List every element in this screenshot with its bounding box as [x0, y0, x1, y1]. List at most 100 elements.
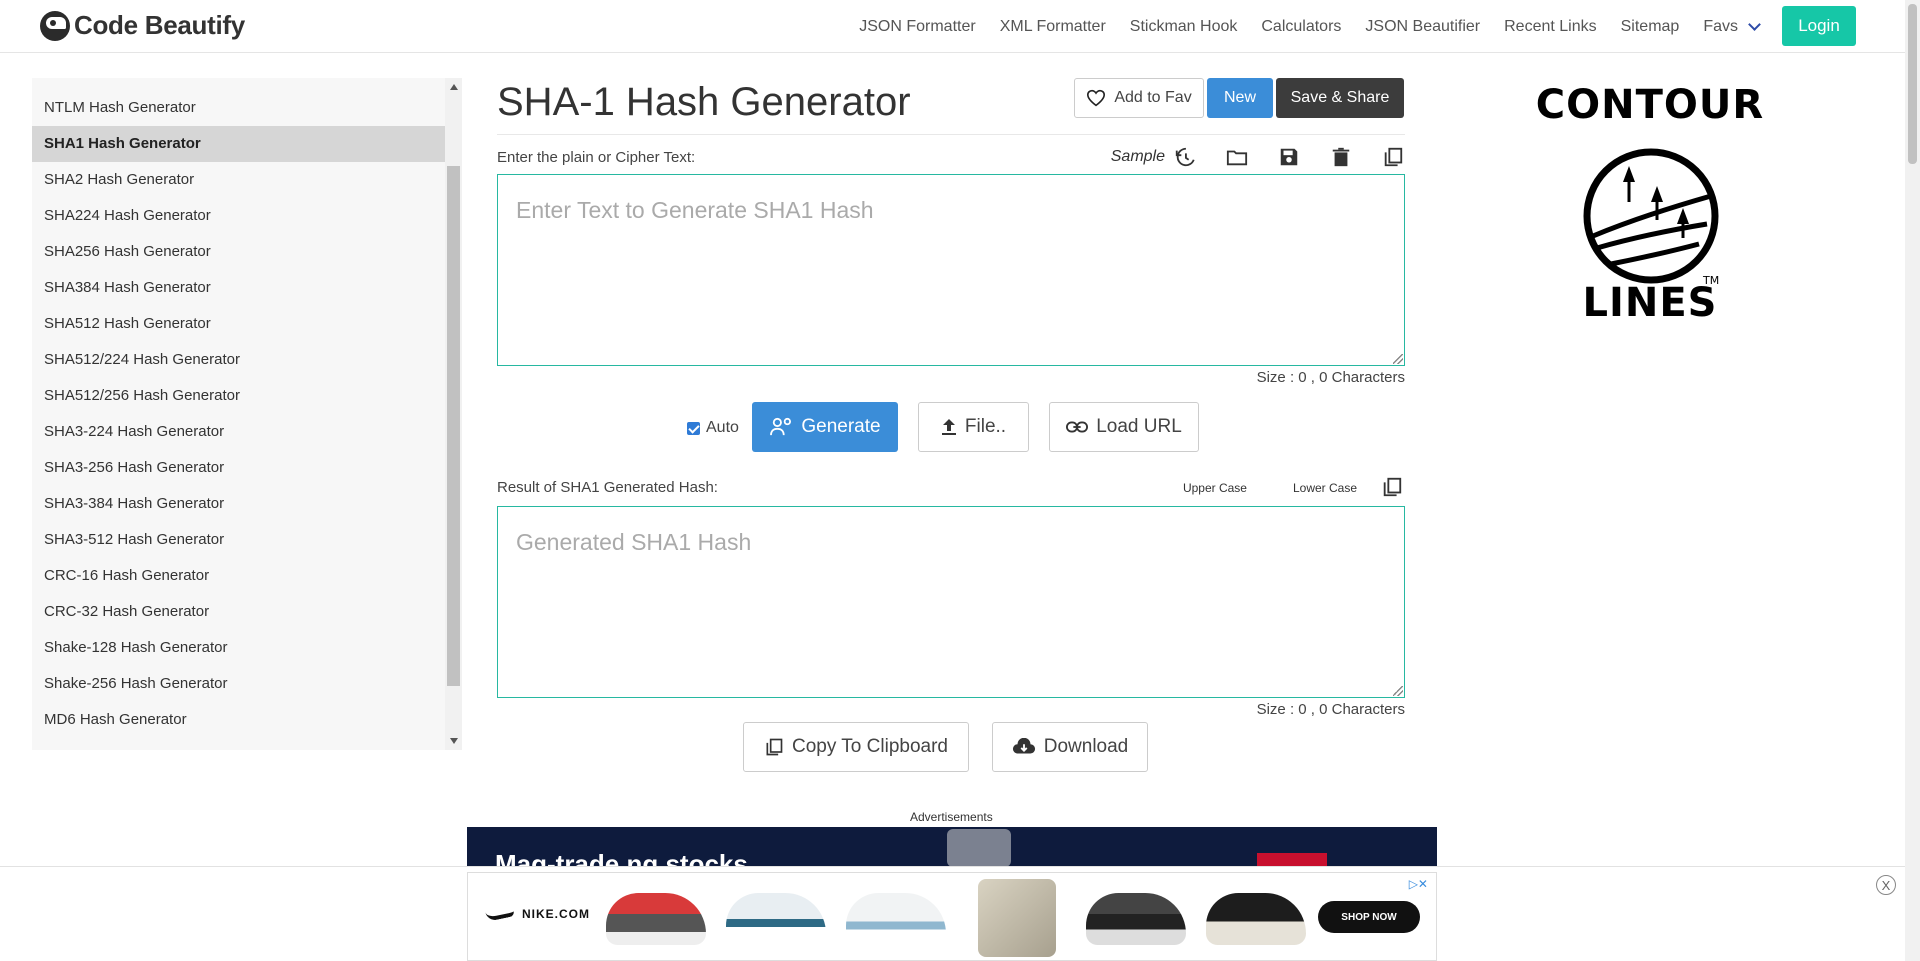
auto-toggle[interactable]: Auto [687, 419, 739, 437]
lower-case-button[interactable]: Lower Case [1293, 481, 1357, 495]
sidebar-item-shake256[interactable]: Shake-256 Hash Generator [32, 666, 445, 702]
add-to-fav-label: Add to Fav [1114, 89, 1192, 106]
download-label: Download [1043, 736, 1129, 757]
generate-label: Generate [801, 416, 881, 437]
sidebar-item-ntlm[interactable]: NTLM Hash Generator [32, 90, 445, 126]
auto-checkbox[interactable] [687, 421, 700, 435]
close-ad-button[interactable]: X [1876, 875, 1896, 895]
input-textarea[interactable]: Enter Text to Generate SHA1 Hash [497, 174, 1405, 366]
sidebar-item-sha3-256[interactable]: SHA3-256 Hash Generator [32, 450, 445, 486]
top-banner-text: Mag-trade ng stocks [495, 849, 748, 867]
sidebar-item-md6[interactable]: MD6 Hash Generator [32, 702, 445, 738]
login-button[interactable]: Login [1782, 6, 1856, 46]
sample-link[interactable]: Sample [1111, 148, 1165, 166]
shop-now-button[interactable]: SHOP NOW [1318, 901, 1420, 933]
shoe-image[interactable] [1086, 893, 1186, 945]
nav-calculators[interactable]: Calculators [1261, 18, 1341, 36]
sidebar-scrollbar[interactable] [445, 78, 462, 750]
copy-to-clipboard-button[interactable]: Copy To Clipboard [743, 722, 969, 772]
input-placeholder: Enter Text to Generate SHA1 Hash [516, 197, 874, 223]
resize-handle-icon[interactable] [1393, 354, 1403, 364]
site-logo[interactable]: Code Beautify [40, 10, 245, 41]
new-button[interactable]: New [1207, 78, 1273, 118]
brand-ad-title: CONTOUR [1535, 82, 1765, 128]
nav-json-beautifier[interactable]: JSON Beautifier [1365, 18, 1480, 36]
copy-result-icon[interactable] [1381, 476, 1405, 500]
scroll-up-icon[interactable] [450, 84, 458, 90]
favs-dropdown[interactable]: Favs [1703, 17, 1761, 36]
shoe-image[interactable] [606, 893, 706, 945]
heart-icon [1087, 89, 1106, 107]
resize-handle-icon[interactable] [1393, 686, 1403, 696]
sidebar-item-sha3-224[interactable]: SHA3-224 Hash Generator [32, 414, 445, 450]
shoe-image[interactable] [846, 893, 946, 945]
result-label: Result of SHA1 Generated Hash: [497, 479, 718, 496]
sidebar-item-crc16[interactable]: CRC-16 Hash Generator [32, 558, 445, 594]
upper-case-button[interactable]: Upper Case [1183, 481, 1247, 495]
chevron-down-icon [1748, 18, 1761, 31]
clipboard-icon [766, 738, 783, 756]
download-button[interactable]: Download [992, 722, 1148, 772]
title-divider [497, 134, 1405, 135]
save-icon[interactable] [1277, 145, 1301, 169]
sidebar-list: MD5 Hash Generator NTLM Hash Generator S… [32, 78, 445, 738]
nike-brand-text: NIKE.COM [522, 907, 590, 921]
page-scrollbar-thumb[interactable] [1908, 4, 1917, 164]
sidebar-item-sha224[interactable]: SHA224 Hash Generator [32, 198, 445, 234]
history-icon[interactable] [1173, 145, 1197, 169]
shoe-image[interactable] [726, 893, 826, 945]
input-label: Enter the plain or Cipher Text: [497, 149, 696, 166]
sidebar-scrollbar-thumb[interactable] [447, 166, 460, 686]
nike-banner-ad[interactable]: NIKE.COM SHOP NOW ▷✕ [467, 872, 1437, 961]
sidebar-item-sha512-256[interactable]: SHA512/256 Hash Generator [32, 378, 445, 414]
user-gear-icon [770, 417, 792, 436]
file-label: File.. [964, 416, 1007, 437]
shoe-image[interactable] [1206, 893, 1306, 945]
nav-stickman-hook[interactable]: Stickman Hook [1130, 18, 1238, 36]
adchoices-icon[interactable]: ▷✕ [1409, 877, 1428, 891]
favs-label: Favs [1703, 17, 1738, 35]
load-url-button[interactable]: Load URL [1049, 402, 1199, 452]
top-banner-logo [947, 829, 1011, 867]
cloud-download-icon [1012, 738, 1035, 754]
page-scrollbar[interactable] [1905, 0, 1920, 961]
sidebar-item-sha2[interactable]: SHA2 Hash Generator [32, 162, 445, 198]
sidebar-item-md5[interactable]: MD5 Hash Generator [32, 78, 445, 90]
sidebar-item-sha1[interactable]: SHA1 Hash Generator [32, 126, 445, 162]
ads-label: Advertisements [910, 810, 993, 824]
save-share-button[interactable]: Save & Share [1276, 78, 1404, 118]
sidebar-item-shake128[interactable]: Shake-128 Hash Generator [32, 630, 445, 666]
trash-icon[interactable] [1329, 145, 1353, 169]
nav-sitemap[interactable]: Sitemap [1621, 18, 1680, 36]
scroll-down-icon[interactable] [450, 738, 458, 744]
top-banner-red-mark [1257, 853, 1327, 867]
shoe-image[interactable] [978, 879, 1056, 957]
input-toolbar: Sample [1111, 145, 1405, 169]
file-upload-button[interactable]: File.. [918, 402, 1029, 452]
sidebar-item-sha3-384[interactable]: SHA3-384 Hash Generator [32, 486, 445, 522]
top-banner-ad[interactable]: Mag-trade ng stocks [467, 827, 1437, 867]
copy-icon[interactable] [1381, 145, 1405, 169]
generate-button[interactable]: Generate [752, 402, 898, 452]
auto-label: Auto [706, 419, 739, 436]
output-placeholder: Generated SHA1 Hash [516, 529, 752, 555]
sidebar-item-sha512[interactable]: SHA512 Hash Generator [32, 306, 445, 342]
site-name: Code Beautify [74, 10, 245, 40]
sidebar-item-sha384[interactable]: SHA384 Hash Generator [32, 270, 445, 306]
folder-icon[interactable] [1225, 145, 1249, 169]
nav-json-formatter[interactable]: JSON Formatter [859, 18, 975, 36]
add-to-fav-button[interactable]: Add to Fav [1074, 78, 1204, 118]
output-textarea[interactable]: Generated SHA1 Hash [497, 506, 1405, 698]
top-navbar: Code Beautify JSON Formatter XML Formatt… [0, 0, 1905, 53]
nav-xml-formatter[interactable]: XML Formatter [1000, 18, 1106, 36]
sidebar-item-crc32[interactable]: CRC-32 Hash Generator [32, 594, 445, 630]
brand-ad-subtitle: LINES [1582, 280, 1718, 326]
sidebar-item-sha256[interactable]: SHA256 Hash Generator [32, 234, 445, 270]
nike-logo: NIKE.COM [485, 906, 590, 922]
sidebar-item-sha512-224[interactable]: SHA512/224 Hash Generator [32, 342, 445, 378]
brand-ad[interactable]: CONTOUR TM LINES [1500, 82, 1800, 332]
sidebar-item-sha3-512[interactable]: SHA3-512 Hash Generator [32, 522, 445, 558]
upload-icon [941, 419, 956, 435]
sidebar: MD5 Hash Generator NTLM Hash Generator S… [32, 78, 462, 750]
nav-recent-links[interactable]: Recent Links [1504, 18, 1597, 36]
